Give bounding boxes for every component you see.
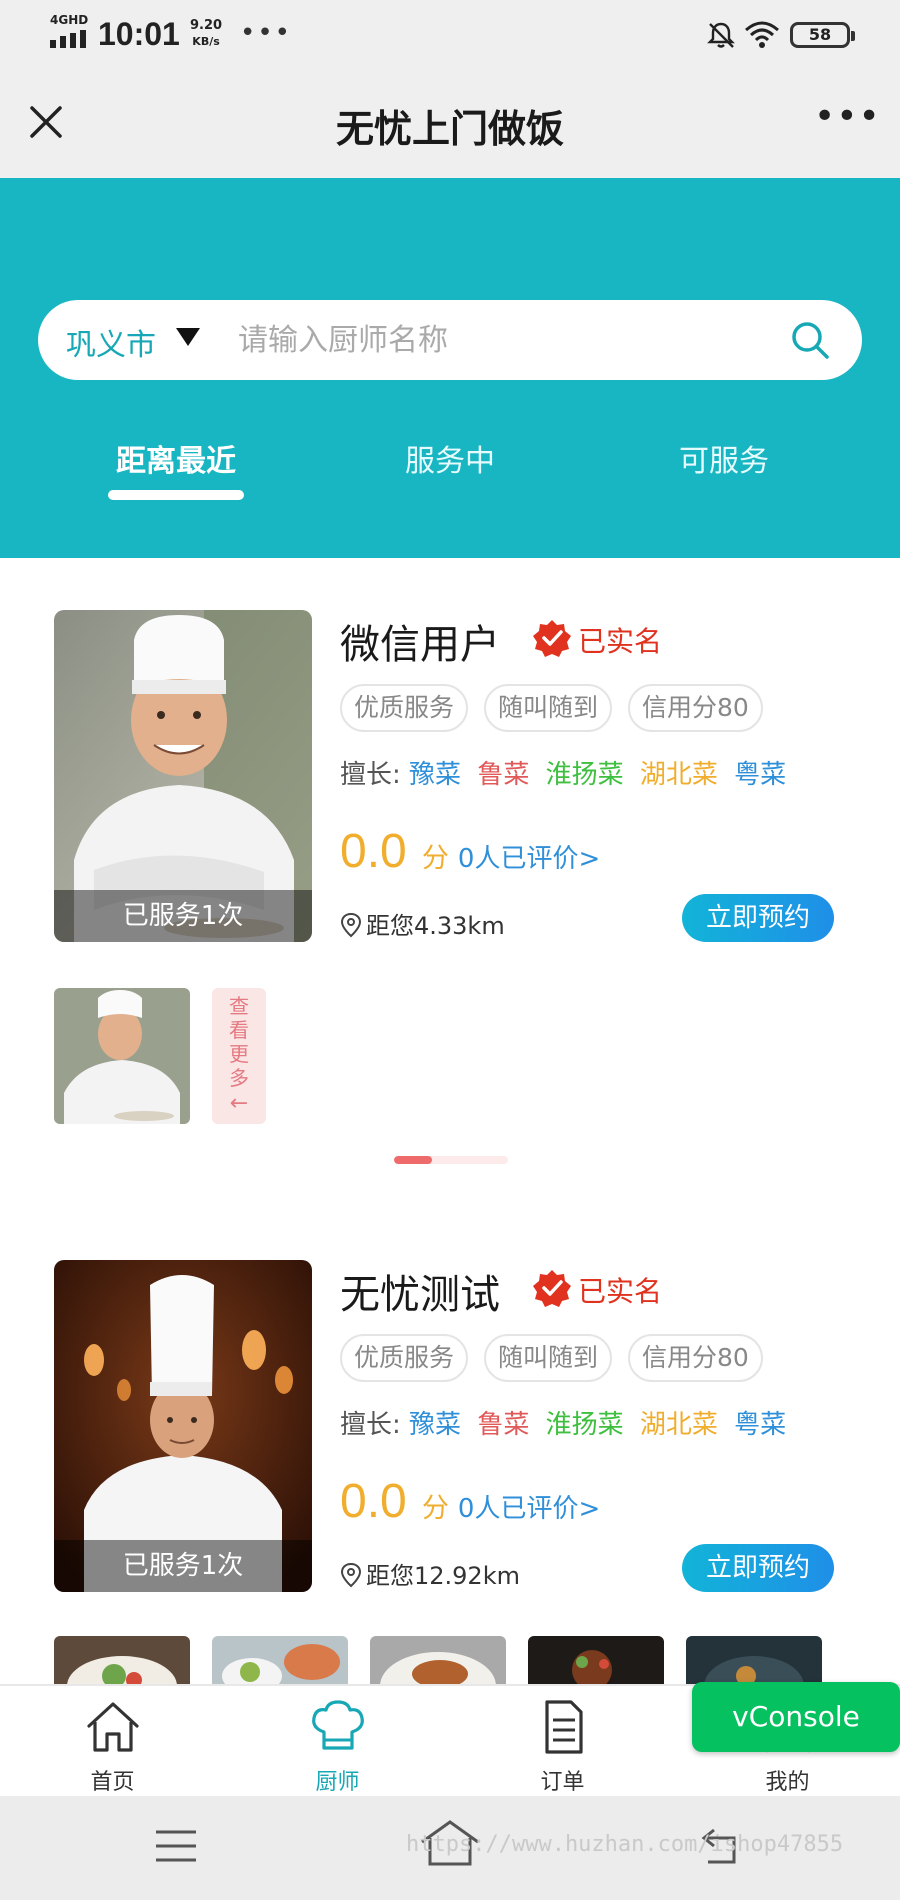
distance: 距您12.92km <box>340 1556 520 1591</box>
sort-tabs: 距离最近 服务中 可服务 <box>0 436 900 516</box>
verified-check-icon <box>533 1270 571 1307</box>
nav-label: 订单 <box>540 1770 585 1795</box>
chef-photo[interactable]: 已服务1次 <box>54 610 312 942</box>
tab-label: 可服务 <box>679 444 769 479</box>
see-more-button[interactable]: 查看更多 ← <box>212 988 266 1124</box>
home-icon <box>86 1702 139 1752</box>
nav-orders[interactable]: 订单 <box>450 1686 675 1798</box>
bell-muted-icon <box>707 22 735 48</box>
search-icon[interactable] <box>788 318 832 362</box>
specialties-label: 擅长: <box>340 760 401 790</box>
tag-credit-score: 信用分80 <box>628 1334 763 1382</box>
skill: 湖北菜 <box>639 1410 718 1440</box>
skill: 鲁菜 <box>477 760 530 790</box>
order-icon <box>544 1700 583 1754</box>
network-type: 4GHD <box>50 13 89 27</box>
chef-photo[interactable]: 已服务1次 <box>54 1260 312 1592</box>
gallery-pager <box>394 1156 508 1164</box>
tag-credit-score: 信用分80 <box>628 684 763 732</box>
nav-home[interactable]: 首页 <box>0 1686 225 1798</box>
arrow-left-icon: ← <box>229 1091 249 1116</box>
wifi-icon <box>745 21 779 48</box>
specialties: 擅长: 豫菜 鲁菜 淮扬菜 湖北菜 粤菜 <box>340 754 794 791</box>
rating-unit: 分 <box>421 843 449 874</box>
battery-icon: 58 <box>790 22 855 48</box>
gallery-image <box>54 988 190 1124</box>
tag-quality-service: 优质服务 <box>340 684 469 732</box>
skill: 粤菜 <box>734 1410 787 1440</box>
tab-nearest[interactable]: 距离最近 <box>26 436 326 500</box>
search-bar: 巩义市 <box>38 300 862 380</box>
tab-label: 服务中 <box>405 444 495 479</box>
skill: 淮扬菜 <box>545 1410 624 1440</box>
nav-label: 首页 <box>90 1770 135 1795</box>
nav-label: 我的 <box>765 1770 810 1795</box>
see-more-label: 查看更多 <box>229 994 249 1090</box>
specialties: 擅长: 豫菜 鲁菜 淮扬菜 湖北菜 粤菜 <box>340 1404 794 1441</box>
verified-text: 已实名 <box>578 1275 663 1308</box>
verified-text: 已实名 <box>578 625 663 658</box>
specialties-label: 擅长: <box>340 1410 401 1440</box>
status-bar: 4GHD 10:01 9.20 KB/s ••• 58 <box>0 0 900 70</box>
chef-name: 微信用户 <box>340 622 500 668</box>
verified-check-icon <box>533 620 571 657</box>
rating: 0.0 分 0人已评价> <box>340 824 600 879</box>
location-pin-icon <box>340 1562 362 1588</box>
distance-text: 距您4.33km <box>366 912 505 940</box>
skill: 豫菜 <box>409 1410 462 1440</box>
nav-chef[interactable]: 厨师 <box>225 1686 450 1798</box>
clock: 10:01 <box>98 16 180 52</box>
tag-quality-service: 优质服务 <box>340 1334 469 1382</box>
tab-indicator <box>108 490 244 500</box>
distance-text: 距您12.92km <box>366 1562 520 1590</box>
nav-label: 厨师 <box>315 1770 360 1795</box>
vconsole-button[interactable]: vConsole <box>692 1682 900 1752</box>
book-now-button[interactable]: 立即预约 <box>682 894 834 942</box>
gallery-thumbnail[interactable] <box>54 988 190 1124</box>
speed-unit: KB/s <box>192 35 220 48</box>
tag-on-call: 随叫随到 <box>484 684 613 732</box>
skill: 湖北菜 <box>639 760 718 790</box>
network-speed: 9.20 KB/s <box>190 18 222 50</box>
caret-down-icon[interactable] <box>176 328 200 346</box>
page-title: 无忧上门做饭 <box>335 107 564 151</box>
skill: 鲁菜 <box>477 1410 530 1440</box>
review-count-link[interactable]: 0人已评价> <box>458 1494 600 1524</box>
served-count: 已服务1次 <box>54 1540 312 1592</box>
tab-in-service[interactable]: 服务中 <box>300 436 600 480</box>
watermark: https://www.huzhan.com/ishop47855 <box>406 1832 844 1857</box>
speed-value: 9.20 <box>190 18 223 33</box>
system-nav-bar: https://www.huzhan.com/ishop47855 <box>0 1796 900 1900</box>
skill: 淮扬菜 <box>545 760 624 790</box>
rating-unit: 分 <box>421 1493 449 1524</box>
more-notifications-icon: ••• <box>240 18 293 48</box>
menu-icon[interactable] <box>154 1826 198 1866</box>
header-banner: 巩义市 距离最近 服务中 可服务 <box>0 178 900 558</box>
city-selector[interactable]: 巩义市 <box>66 320 156 364</box>
rating-score: 0.0 <box>340 825 407 878</box>
tag-on-call: 随叫随到 <box>484 1334 613 1382</box>
review-count-link[interactable]: 0人已评价> <box>458 844 600 874</box>
skill: 粤菜 <box>734 760 787 790</box>
pager-active-segment <box>394 1156 432 1164</box>
tab-label: 距离最近 <box>116 444 236 479</box>
served-count: 已服务1次 <box>54 890 312 942</box>
signal-icon <box>50 30 86 48</box>
rating-score: 0.0 <box>340 1475 407 1528</box>
location-pin-icon <box>340 912 362 938</box>
title-bar: 无忧上门做饭 ••• <box>0 70 900 178</box>
rating: 0.0 分 0人已评价> <box>340 1474 600 1529</box>
chef-name: 无忧测试 <box>340 1272 500 1318</box>
search-input[interactable] <box>238 312 778 368</box>
tab-available[interactable]: 可服务 <box>574 436 874 480</box>
skill: 豫菜 <box>409 760 462 790</box>
book-now-button[interactable]: 立即预约 <box>682 1544 834 1592</box>
chef-hat-icon <box>311 1700 364 1750</box>
more-menu-icon[interactable]: ••• <box>814 99 880 144</box>
distance: 距您4.33km <box>340 906 505 941</box>
